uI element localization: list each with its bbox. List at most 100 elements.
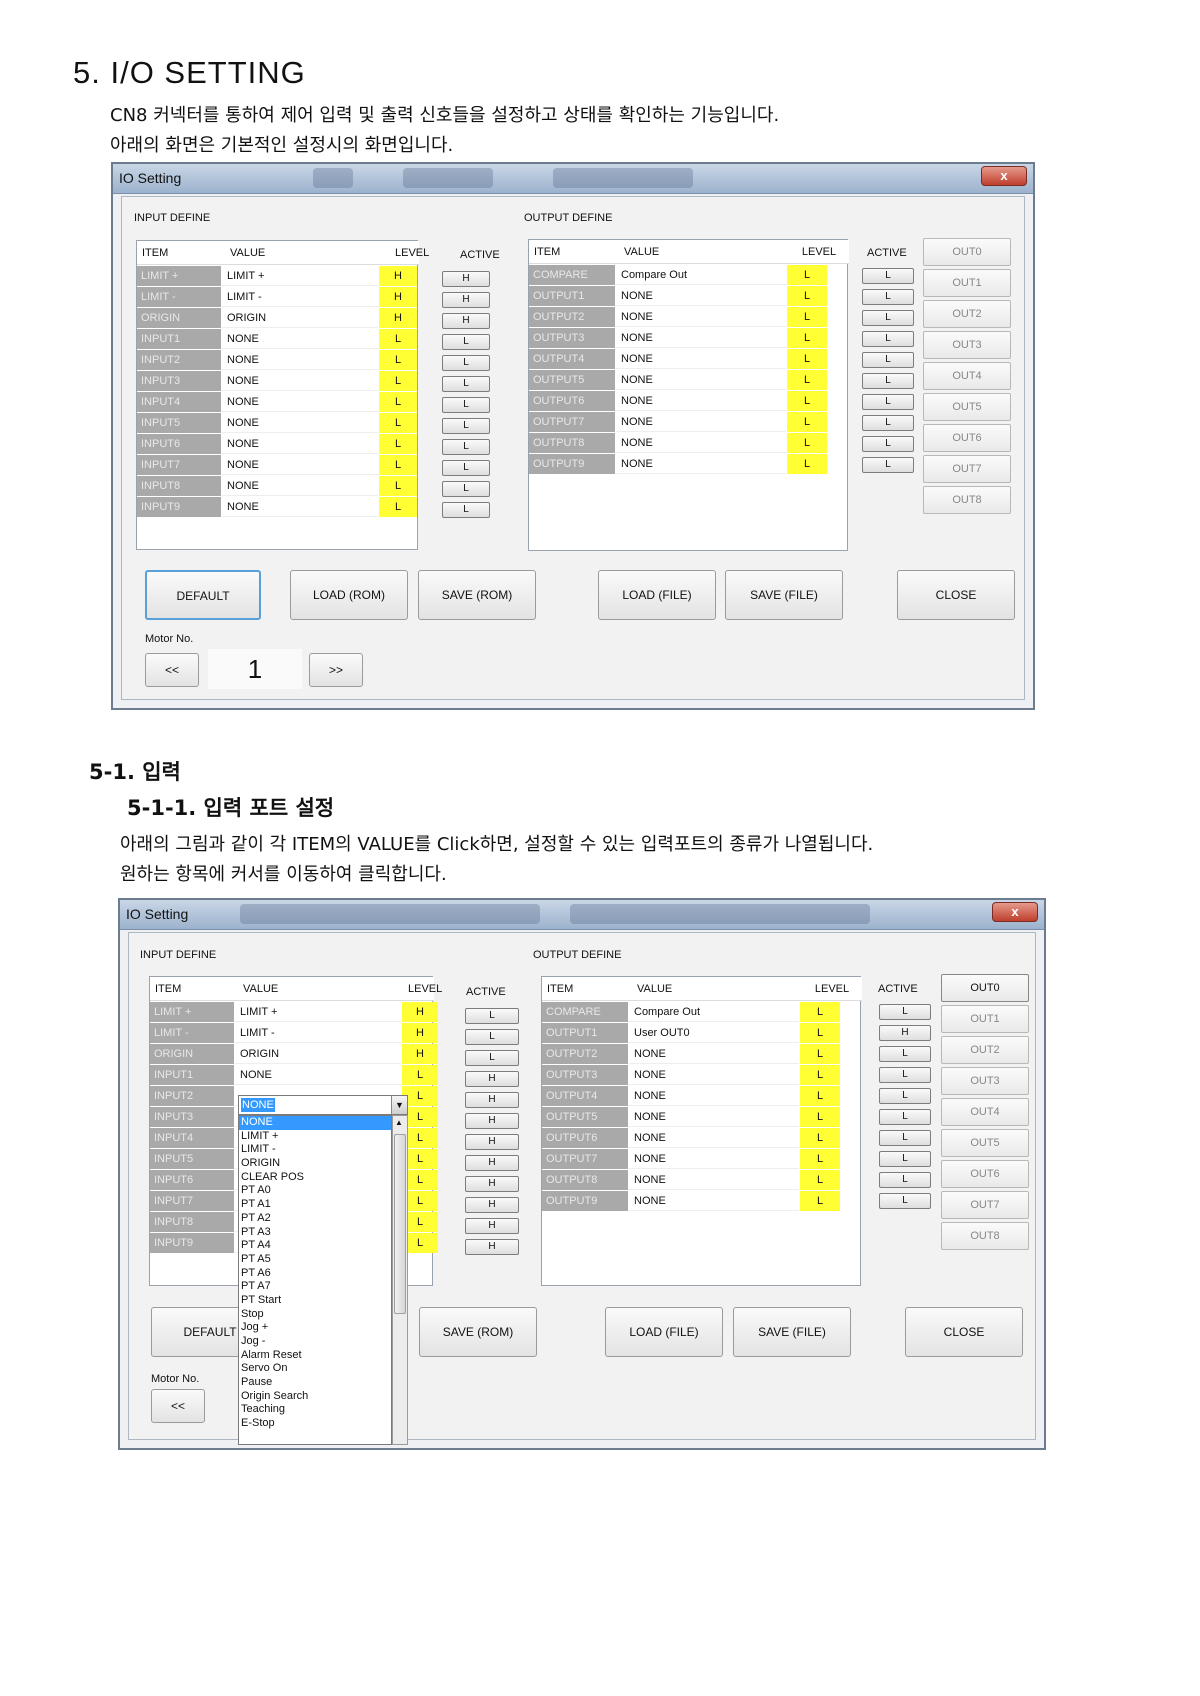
out-button-4[interactable]: OUT4 [923, 362, 1011, 390]
output-active-toggle[interactable]: L [879, 1067, 931, 1083]
save-file-button[interactable]: SAVE (FILE) [733, 1307, 851, 1357]
output-value-cell[interactable]: NONE [629, 1086, 799, 1106]
load-file-button[interactable]: LOAD (FILE) [605, 1307, 723, 1357]
output-active-toggle[interactable]: L [862, 289, 914, 305]
save-rom-button[interactable]: SAVE (ROM) [419, 1307, 537, 1357]
output-active-toggle[interactable]: L [862, 457, 914, 473]
out-button-7[interactable]: OUT7 [923, 455, 1011, 483]
output-active-toggle[interactable]: L [862, 331, 914, 347]
input-value-cell[interactable]: NONE [222, 413, 378, 433]
output-value-cell[interactable]: NONE [616, 433, 786, 453]
input-active-toggle[interactable]: H [465, 1155, 519, 1171]
output-value-cell[interactable]: NONE [616, 412, 786, 432]
output-value-cell[interactable]: Compare Out [616, 265, 786, 285]
dropdown-option[interactable]: CLEAR POS [239, 1171, 391, 1185]
window-close-button[interactable]: x [992, 902, 1038, 922]
input-active-toggle[interactable]: L [442, 481, 490, 497]
output-active-toggle[interactable]: L [862, 310, 914, 326]
input-active-toggle[interactable]: L [442, 439, 490, 455]
input-active-toggle[interactable]: H [465, 1092, 519, 1108]
out-button-6[interactable]: OUT6 [923, 424, 1011, 452]
output-value-cell[interactable]: NONE [629, 1191, 799, 1211]
input-active-toggle[interactable]: L [442, 376, 490, 392]
dropdown-option[interactable]: ORIGIN [239, 1157, 391, 1171]
value-dropdown-list[interactable]: NONE LIMIT + LIMIT - ORIGIN CLEAR POS PT A0 PT… [238, 1115, 392, 1445]
save-file-button[interactable]: SAVE (FILE) [725, 570, 843, 620]
input-level-cell[interactable]: L [379, 476, 417, 496]
output-value-cell[interactable]: NONE [616, 370, 786, 390]
output-active-toggle[interactable]: L [879, 1172, 931, 1188]
output-level-cell[interactable]: L [787, 412, 827, 432]
dropdown-scrollbar[interactable]: ▲ [392, 1115, 408, 1445]
output-value-cell[interactable]: NONE [629, 1149, 799, 1169]
input-value-cell[interactable]: NONE [222, 350, 378, 370]
output-active-toggle[interactable]: L [879, 1130, 931, 1146]
dropdown-option[interactable]: PT A5 [239, 1253, 391, 1267]
output-level-cell[interactable]: L [800, 1107, 840, 1127]
output-active-toggle[interactable]: L [862, 436, 914, 452]
output-value-cell[interactable]: NONE [616, 454, 786, 474]
output-level-cell[interactable]: L [787, 454, 827, 474]
output-level-cell[interactable]: L [800, 1044, 840, 1064]
input-active-toggle[interactable]: H [442, 292, 490, 308]
input-level-cell[interactable]: H [379, 308, 417, 328]
input-active-toggle[interactable]: L [442, 418, 490, 434]
input-value-cell[interactable]: LIMIT + [222, 266, 378, 286]
dropdown-option[interactable]: Alarm Reset [239, 1349, 391, 1363]
out-button-2[interactable]: OUT2 [941, 1036, 1029, 1064]
output-value-cell[interactable]: NONE [629, 1128, 799, 1148]
dropdown-option[interactable]: Jog + [239, 1321, 391, 1335]
output-value-cell[interactable]: NONE [616, 286, 786, 306]
output-value-cell[interactable]: NONE [629, 1107, 799, 1127]
input-active-toggle[interactable]: H [465, 1071, 519, 1087]
output-value-cell[interactable]: NONE [616, 328, 786, 348]
input-value-cell[interactable]: LIMIT + [235, 1002, 401, 1022]
window-close-button[interactable]: x [981, 166, 1027, 186]
output-level-cell[interactable]: L [800, 1128, 840, 1148]
output-level-cell[interactable]: L [800, 1065, 840, 1085]
output-level-cell[interactable]: L [787, 265, 827, 285]
input-active-toggle[interactable]: L [442, 355, 490, 371]
input-active-toggle[interactable]: H [442, 271, 490, 287]
output-level-cell[interactable]: L [787, 307, 827, 327]
output-value-cell[interactable]: User OUT0 [629, 1023, 799, 1043]
output-level-cell[interactable]: L [787, 433, 827, 453]
output-value-cell[interactable]: NONE [616, 391, 786, 411]
out-button-3[interactable]: OUT3 [923, 331, 1011, 359]
out-button-5[interactable]: OUT5 [923, 393, 1011, 421]
input-active-toggle[interactable]: L [465, 1050, 519, 1066]
input-active-toggle[interactable]: L [442, 460, 490, 476]
output-active-toggle[interactable]: L [862, 394, 914, 410]
input-level-cell[interactable]: H [402, 1002, 438, 1022]
input-active-toggle[interactable]: L [442, 502, 490, 518]
input-active-toggle[interactable]: H [442, 313, 490, 329]
out-button-6[interactable]: OUT6 [941, 1160, 1029, 1188]
out-button-0[interactable]: OUT0 [923, 238, 1011, 266]
output-active-toggle[interactable]: H [879, 1025, 931, 1041]
output-level-cell[interactable]: L [800, 1170, 840, 1190]
input-value-cell[interactable]: NONE [222, 455, 378, 475]
input-level-cell[interactable]: L [379, 350, 417, 370]
motor-next-button[interactable]: >> [309, 653, 363, 687]
dropdown-option[interactable]: NONE [239, 1116, 391, 1130]
load-rom-button[interactable]: LOAD (ROM) [290, 570, 408, 620]
input-level-cell[interactable]: H [402, 1023, 438, 1043]
input-active-toggle[interactable]: L [442, 334, 490, 350]
input-level-cell[interactable]: L [379, 455, 417, 475]
load-file-button[interactable]: LOAD (FILE) [598, 570, 716, 620]
output-level-cell[interactable]: L [787, 328, 827, 348]
input-value-cell[interactable]: LIMIT - [235, 1023, 401, 1043]
output-value-cell[interactable]: Compare Out [629, 1002, 799, 1022]
chevron-down-icon[interactable]: ▼ [391, 1096, 407, 1114]
dropdown-option[interactable]: LIMIT - [239, 1143, 391, 1157]
output-active-toggle[interactable]: L [862, 352, 914, 368]
input-value-cell[interactable]: NONE [222, 476, 378, 496]
input-level-cell[interactable]: L [379, 413, 417, 433]
input-level-cell[interactable]: L [379, 434, 417, 454]
input-value-cell[interactable]: ORIGIN [235, 1044, 401, 1064]
input-active-toggle[interactable]: H [465, 1113, 519, 1129]
dropdown-option[interactable]: PT A2 [239, 1212, 391, 1226]
input-active-toggle[interactable]: L [465, 1029, 519, 1045]
dropdown-option[interactable]: PT A6 [239, 1267, 391, 1281]
input-level-cell[interactable]: L [379, 371, 417, 391]
